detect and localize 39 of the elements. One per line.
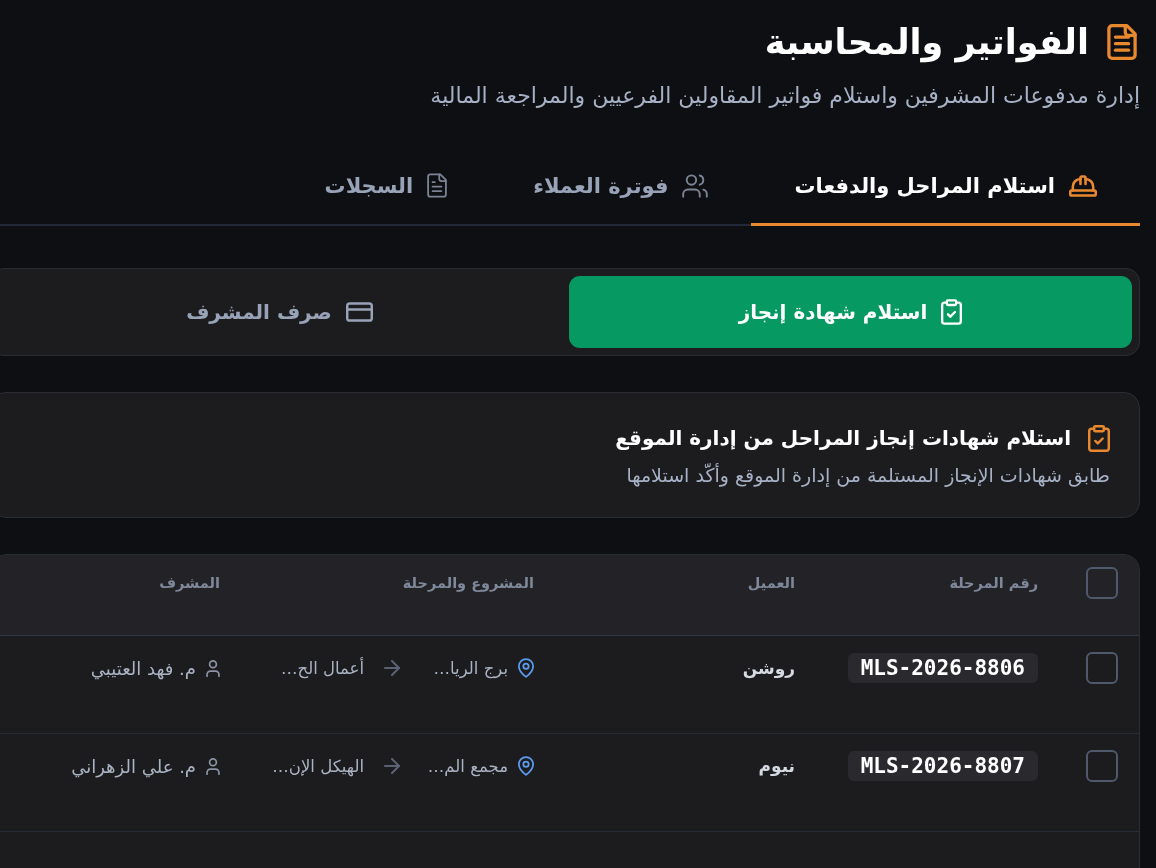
project-name: برج الريا…	[432, 658, 508, 678]
phase-name: الهيكل الإن…	[272, 756, 364, 776]
row-checkbox[interactable]	[1086, 750, 1118, 783]
document-icon	[1107, 24, 1137, 60]
supervisor-name: م. فهد العتيبي	[90, 657, 196, 679]
phase-code: MLS-2026-8807	[847, 751, 1038, 782]
arrow-icon	[384, 758, 400, 775]
client-name: روشن	[742, 658, 795, 679]
section-title: استلام شهادات إنجاز المراحل من إدارة الموقع	[615, 425, 1071, 452]
tab[interactable]: السجلات	[281, 148, 491, 226]
mode-option[interactable]: استلام شهادة إنجاز	[569, 276, 1132, 348]
map-pin-icon	[518, 658, 534, 679]
section-description: طابق شهادات الإنجاز المستلمة من إدارة الموقع وأكّد استلامها	[625, 462, 1110, 488]
select-all-checkbox[interactable]	[1086, 567, 1118, 599]
column-header: المشرف	[159, 575, 220, 591]
client-name: نيوم	[758, 756, 795, 777]
phase-name: أعمال الح…	[281, 658, 364, 678]
hard-hat-icon	[1069, 174, 1097, 197]
document-icon	[427, 173, 448, 198]
clipboard-check-icon	[1088, 424, 1110, 452]
column-header: المشروع والمرحلة	[402, 575, 534, 591]
supervisor-name: م. علي الزهراني	[71, 755, 196, 777]
clipboard-check-icon	[941, 299, 963, 325]
map-pin-icon	[518, 756, 534, 777]
arrow-icon	[384, 660, 400, 677]
mode-option[interactable]: صرف المشرف	[0, 276, 561, 348]
phase-code: MLS-2026-8806	[847, 653, 1038, 684]
user-icon	[206, 757, 220, 775]
page-subtitle: إدارة مدفوعات المشرفين واستلام فواتير المقاولين الفرعيين والمراجعة المالية	[429, 83, 1140, 109]
users-icon	[682, 173, 709, 198]
tab[interactable]: استلام المراحل والدفعات	[751, 148, 1140, 226]
column-header: رقم المرحلة	[949, 575, 1038, 591]
credit-card-icon	[345, 302, 373, 322]
tab[interactable]: فوترة العملاء	[490, 148, 752, 226]
page-title: الفواتير والمحاسبة	[764, 21, 1089, 65]
column-header: العميل	[747, 575, 795, 591]
row-checkbox[interactable]	[1086, 652, 1118, 685]
user-icon	[206, 659, 220, 677]
project-name: مجمع الم…	[426, 756, 508, 776]
